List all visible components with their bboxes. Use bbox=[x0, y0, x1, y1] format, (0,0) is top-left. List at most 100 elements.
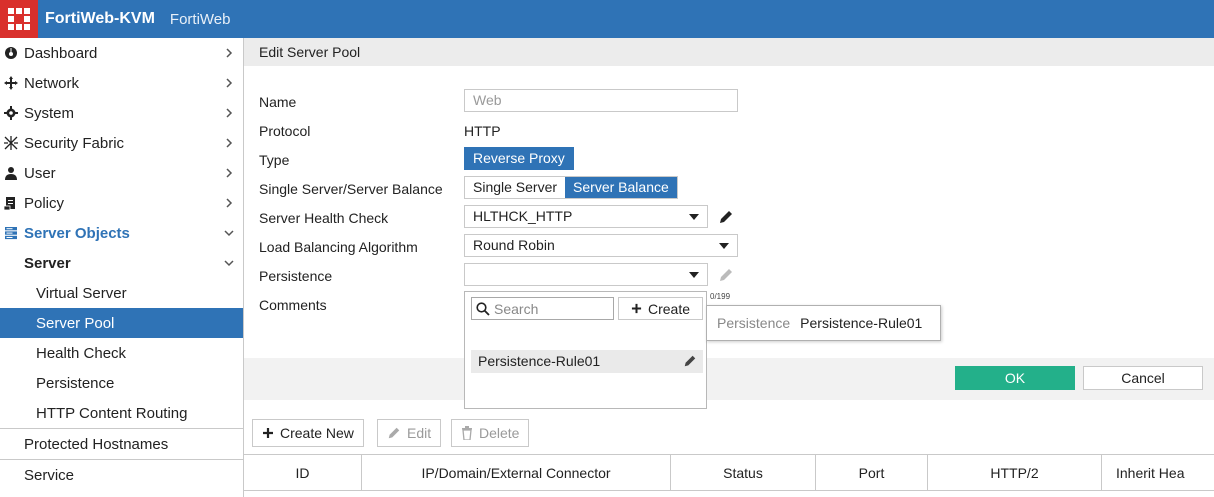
column-ip-domain[interactable]: IP/Domain/External Connector bbox=[362, 455, 671, 491]
sidebar-item-label: HTTP Content Routing bbox=[36, 404, 188, 422]
protocol-label: Protocol bbox=[259, 123, 311, 139]
single-balance-toggle: Single Server Server Balance bbox=[464, 176, 678, 199]
main-content: Edit Server Pool Name Web Protocol HTTP … bbox=[244, 38, 1214, 497]
chevron-down-icon bbox=[224, 230, 234, 237]
chevron-right-icon bbox=[226, 198, 233, 208]
dropdown-option-persistence-rule01[interactable]: Persistence-Rule01 bbox=[471, 350, 703, 373]
persistence-tooltip: Persistence Persistence-Rule01 bbox=[706, 305, 941, 341]
chevron-right-icon bbox=[226, 168, 233, 178]
sidebar: Dashboard Network System Security Fabric… bbox=[0, 38, 244, 497]
health-check-label: Server Health Check bbox=[259, 210, 389, 226]
comments-counter: 0/199 bbox=[710, 292, 731, 301]
chevron-right-icon bbox=[226, 108, 233, 118]
sidebar-item-label: Health Check bbox=[36, 344, 127, 362]
sidebar-item-security-fabric[interactable]: Security Fabric bbox=[0, 128, 243, 158]
health-check-value: HLTHCK_HTTP bbox=[473, 208, 573, 224]
app-subtitle: FortiWeb bbox=[169, 10, 231, 28]
sidebar-item-http-content-routing[interactable]: HTTP Content Routing bbox=[0, 398, 243, 428]
sidebar-item-label: Network bbox=[24, 74, 80, 92]
chevron-down-icon bbox=[224, 260, 234, 267]
column-port[interactable]: Port bbox=[816, 455, 928, 491]
algorithm-select[interactable]: Round Robin bbox=[464, 234, 738, 257]
user-icon bbox=[4, 166, 18, 180]
sidebar-item-label: System bbox=[24, 104, 75, 122]
sidebar-item-label: Server Objects bbox=[24, 224, 130, 242]
caret-down-icon bbox=[719, 243, 729, 249]
sidebar-item-user[interactable]: User bbox=[0, 158, 243, 188]
caret-down-icon bbox=[689, 272, 699, 278]
edit-option-pencil-icon[interactable] bbox=[683, 354, 697, 368]
chevron-right-icon bbox=[226, 78, 233, 88]
protocol-value: HTTP bbox=[464, 123, 501, 139]
sidebar-item-service[interactable]: Service bbox=[0, 460, 243, 490]
persistence-select[interactable] bbox=[464, 263, 708, 286]
column-id[interactable]: ID bbox=[244, 455, 362, 491]
sidebar-item-label: Server bbox=[24, 254, 71, 272]
comments-label: Comments bbox=[259, 297, 327, 313]
table-header: ID IP/Domain/External Connector Status P… bbox=[244, 454, 1214, 491]
single-balance-label: Single Server/Server Balance bbox=[259, 181, 443, 197]
chevron-right-icon bbox=[226, 138, 233, 148]
column-status[interactable]: Status bbox=[671, 455, 816, 491]
toolbar: Create New Edit Delete bbox=[244, 400, 1214, 450]
option-label: Persistence-Rule01 bbox=[478, 353, 601, 369]
edit-button[interactable]: Edit bbox=[377, 419, 442, 447]
sidebar-item-label: Persistence bbox=[36, 374, 115, 392]
sidebar-item-persistence[interactable]: Persistence bbox=[0, 368, 243, 398]
delete-button[interactable]: Delete bbox=[451, 419, 530, 447]
fortinet-logo-icon[interactable] bbox=[0, 0, 38, 38]
sidebar-item-label: Policy bbox=[24, 194, 65, 212]
sidebar-item-label: User bbox=[24, 164, 56, 182]
gear-icon bbox=[4, 106, 18, 120]
sidebar-item-health-check[interactable]: Health Check bbox=[0, 338, 243, 368]
sidebar-item-server-pool[interactable]: Server Pool bbox=[0, 308, 243, 338]
search-placeholder: Search bbox=[494, 300, 539, 317]
plus-icon bbox=[631, 303, 642, 314]
sidebar-item-label: Protected Hostnames bbox=[24, 435, 169, 453]
dropdown-create-button[interactable]: Create bbox=[618, 297, 703, 320]
ok-button[interactable]: OK bbox=[955, 366, 1075, 390]
sidebar-item-server-objects[interactable]: Server Objects bbox=[0, 218, 243, 248]
name-label: Name bbox=[259, 94, 297, 110]
delete-label: Delete bbox=[479, 425, 520, 441]
sidebar-item-virtual-server[interactable]: Virtual Server bbox=[0, 278, 243, 308]
network-icon bbox=[4, 76, 18, 90]
single-server-option[interactable]: Single Server bbox=[465, 177, 565, 198]
sidebar-item-network[interactable]: Network bbox=[0, 68, 243, 98]
caret-down-icon bbox=[689, 214, 699, 220]
edit-persistence-pencil-icon[interactable] bbox=[718, 267, 734, 283]
sidebar-item-label: Dashboard bbox=[24, 44, 98, 62]
sidebar-item-label: Server Pool bbox=[36, 314, 115, 332]
dropdown-search-input[interactable]: Search bbox=[471, 297, 614, 320]
search-icon bbox=[476, 301, 490, 316]
sidebar-item-dashboard[interactable]: Dashboard bbox=[0, 38, 243, 68]
algorithm-label: Load Balancing Algorithm bbox=[259, 239, 418, 255]
tooltip-value: Persistence-Rule01 bbox=[800, 315, 923, 331]
app-title: FortiWeb-KVM bbox=[45, 10, 155, 27]
column-inherit-header[interactable]: Inherit Hea bbox=[1102, 455, 1214, 491]
health-check-select[interactable]: HLTHCK_HTTP bbox=[464, 205, 708, 228]
type-label: Type bbox=[259, 152, 290, 168]
sidebar-item-server[interactable]: Server bbox=[0, 248, 243, 278]
column-http2[interactable]: HTTP/2 bbox=[928, 455, 1102, 491]
edit-health-check-pencil-icon[interactable] bbox=[718, 209, 734, 225]
type-reverse-proxy-button[interactable]: Reverse Proxy bbox=[464, 147, 574, 170]
sidebar-item-label: Security Fabric bbox=[24, 134, 125, 152]
top-bar: FortiWeb-KVM FortiWeb bbox=[0, 0, 1214, 38]
trash-icon bbox=[461, 426, 473, 440]
persistence-dropdown: Search Create Persistence-Rule01 bbox=[464, 291, 707, 409]
sidebar-item-protected-hostnames[interactable]: Protected Hostnames bbox=[0, 429, 243, 459]
sidebar-item-policy[interactable]: Policy bbox=[0, 188, 243, 218]
chevron-right-icon bbox=[226, 48, 233, 58]
panel-title: Edit Server Pool bbox=[244, 38, 1214, 66]
server-balance-option[interactable]: Server Balance bbox=[565, 177, 677, 198]
form-footer: OK Cancel bbox=[244, 358, 1214, 400]
create-label: Create bbox=[647, 300, 691, 317]
create-new-button[interactable]: Create New bbox=[252, 419, 364, 447]
create-new-label: Create New bbox=[280, 425, 354, 441]
edit-label: Edit bbox=[407, 425, 432, 441]
cancel-button[interactable]: Cancel bbox=[1083, 366, 1203, 390]
tooltip-key: Persistence bbox=[717, 315, 791, 331]
sidebar-item-system[interactable]: System bbox=[0, 98, 243, 128]
name-input[interactable]: Web bbox=[464, 89, 738, 112]
